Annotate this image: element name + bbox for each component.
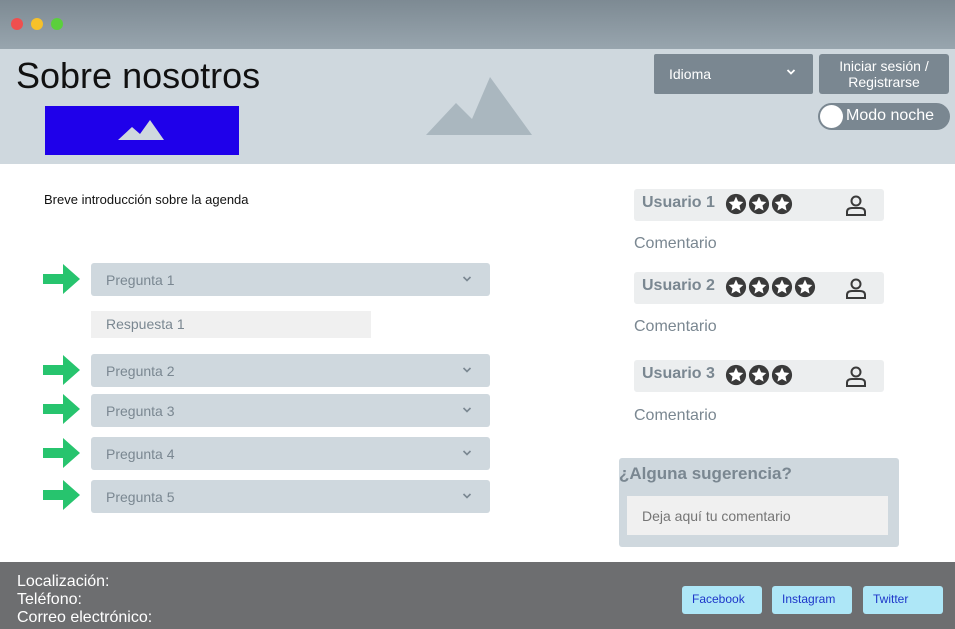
footer-email: Correo electrónico: — [17, 609, 153, 626]
logo[interactable] — [45, 106, 239, 155]
language-select-label: Idioma — [669, 66, 712, 82]
footer-phone: Teléfono: — [17, 591, 82, 608]
arrow-right-icon — [43, 438, 80, 468]
arrow-right-icon — [43, 480, 80, 510]
image-placeholder-icon — [118, 120, 164, 140]
login-register-button[interactable]: Iniciar sesión / Registrarse — [819, 54, 949, 94]
star-icon — [725, 193, 747, 220]
faq-question-label: Pregunta 2 — [106, 363, 175, 379]
page: Sobre nosotros Idioma Iniciar sesión / R… — [0, 0, 955, 629]
faq-question[interactable]: Pregunta 2 — [91, 354, 490, 387]
star-icon — [725, 364, 747, 391]
review-user-name: Usuario 1 — [642, 194, 715, 211]
faq-answer: Respuesta 1 — [91, 311, 371, 338]
footer-location: Localización: — [17, 573, 110, 590]
window-titlebar — [0, 0, 955, 49]
faq-question[interactable]: Pregunta 1 — [91, 263, 490, 296]
night-mode-label: Modo noche — [846, 107, 935, 124]
review-comment: Comentario — [634, 407, 717, 424]
maximize-window-button[interactable] — [51, 18, 63, 30]
review-header: Usuario 2 — [634, 272, 884, 304]
chevron-down-icon — [462, 407, 472, 413]
star-icon — [725, 276, 747, 303]
suggestion-title: ¿Alguna sugerencia? — [619, 464, 792, 483]
star-rating — [725, 276, 816, 303]
review-header: Usuario 3 — [634, 360, 884, 392]
faq-question[interactable]: Pregunta 5 — [91, 480, 490, 513]
language-select[interactable]: Idioma — [654, 54, 813, 94]
star-icon — [748, 276, 770, 303]
hero-image-placeholder-icon — [426, 77, 532, 135]
arrow-right-icon — [43, 394, 80, 424]
star-rating — [725, 193, 793, 220]
toggle-knob[interactable] — [820, 105, 843, 128]
star-icon — [771, 276, 793, 303]
chevron-down-icon — [462, 493, 472, 499]
faq-question-label: Pregunta 4 — [106, 446, 175, 462]
review-comment: Comentario — [634, 235, 717, 252]
user-avatar-icon — [846, 366, 866, 387]
instagram-link[interactable]: Instagram — [772, 586, 852, 614]
review-header: Usuario 1 — [634, 189, 884, 221]
night-mode-toggle[interactable]: Modo noche — [818, 103, 950, 130]
arrow-right-icon — [43, 264, 80, 294]
chevron-down-icon — [786, 69, 796, 75]
suggestion-input[interactable] — [627, 496, 888, 535]
chevron-down-icon — [462, 276, 472, 282]
minimize-window-button[interactable] — [31, 18, 43, 30]
user-avatar-icon — [846, 195, 866, 216]
star-rating — [725, 364, 793, 391]
faq-question[interactable]: Pregunta 3 — [91, 394, 490, 427]
user-avatar-icon — [846, 278, 866, 299]
twitter-link[interactable]: Twitter — [863, 586, 943, 614]
faq-question-label: Pregunta 3 — [106, 403, 175, 419]
intro-text: Breve introducción sobre la agenda — [44, 192, 249, 207]
faq-question-label: Pregunta 1 — [106, 272, 175, 288]
page-title: Sobre nosotros — [16, 55, 261, 96]
arrow-right-icon — [43, 355, 80, 385]
faq-question[interactable]: Pregunta 4 — [91, 437, 490, 470]
faq-question-label: Pregunta 5 — [106, 489, 175, 505]
star-icon — [771, 364, 793, 391]
star-icon — [748, 193, 770, 220]
review-comment: Comentario — [634, 318, 717, 335]
footer: Localización: Teléfono: Correo electróni… — [0, 562, 955, 629]
header: Sobre nosotros Idioma Iniciar sesión / R… — [0, 49, 955, 164]
star-icon — [794, 276, 816, 303]
facebook-link[interactable]: Facebook — [682, 586, 762, 614]
chevron-down-icon — [462, 367, 472, 373]
star-icon — [771, 193, 793, 220]
review-user-name: Usuario 3 — [642, 365, 715, 382]
close-window-button[interactable] — [11, 18, 23, 30]
chevron-down-icon — [462, 450, 472, 456]
review-user-name: Usuario 2 — [642, 277, 715, 294]
suggestion-box: ¿Alguna sugerencia? — [619, 458, 899, 547]
star-icon — [748, 364, 770, 391]
